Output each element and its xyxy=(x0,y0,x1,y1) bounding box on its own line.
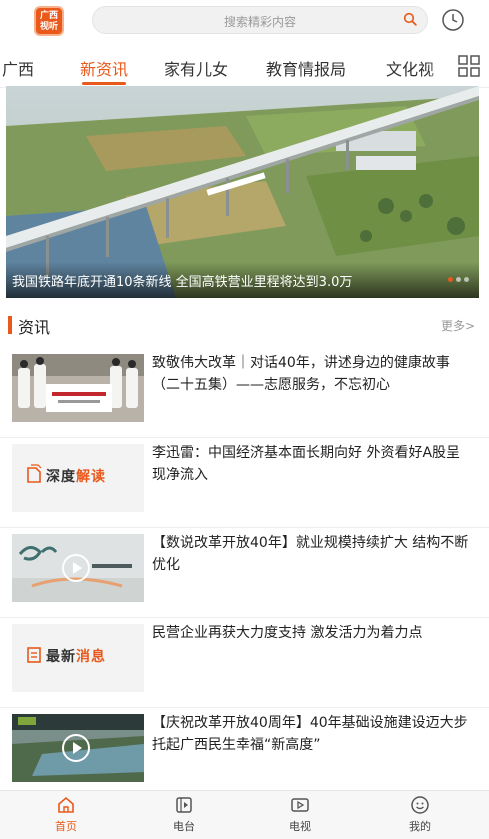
badge-label: 深度解读 xyxy=(46,466,106,486)
top-bar: 广西视听 搜索精彩内容 xyxy=(0,0,489,44)
carousel-dot xyxy=(464,277,469,282)
news-item[interactable]: 深度解读 李迅雷：中国经济基本面长期向好 外资看好A股呈现净流入 xyxy=(0,438,489,528)
carousel-dot xyxy=(456,277,461,282)
video-play-icon[interactable] xyxy=(62,554,90,582)
news-title: 致敬伟大改革｜对话40年，讲述身边的健康故事（二十五集）——志愿服务，不忘初心 xyxy=(152,355,450,393)
section-accent-bar xyxy=(8,316,12,334)
history-icon[interactable] xyxy=(441,8,465,32)
news-thumbnail xyxy=(12,354,144,422)
bottom-nav: 首页 电台 电视 我的 xyxy=(0,790,489,839)
channel-tabs: 广西 新资讯 家有儿女 教育情报局 文化视 xyxy=(0,44,489,88)
search-placeholder: 搜索精彩内容 xyxy=(223,15,296,29)
news-icon xyxy=(27,647,41,663)
news-item[interactable]: 【庆祝改革开放40周年】40年基础设施建设迈大步 托起广西民生幸福“新高度” xyxy=(0,708,489,798)
search-input[interactable]: 搜索精彩内容 xyxy=(92,6,428,34)
tab-news[interactable]: 新资讯 xyxy=(80,56,128,80)
badge-label-part: 最新 xyxy=(46,649,76,665)
badge-label: 最新消息 xyxy=(46,646,106,666)
carousel-dots xyxy=(445,267,469,286)
profile-icon xyxy=(411,796,429,814)
badge-thumbnail: 最新消息 xyxy=(12,624,144,692)
nav-radio[interactable]: 电台 xyxy=(154,795,214,834)
news-section-header: 资讯 更多> xyxy=(0,306,489,342)
section-title: 资讯 xyxy=(18,318,51,337)
news-title: 李迅雷：中国经济基本面长期向好 外资看好A股呈现净流入 xyxy=(152,445,461,483)
news-title: 【庆祝改革开放40周年】40年基础设施建设迈大步 托起广西民生幸福“新高度” xyxy=(152,715,468,753)
channel-grid-icon[interactable] xyxy=(457,54,481,78)
app-logo[interactable]: 广西视听 xyxy=(34,6,64,36)
badge-label-part: 深度 xyxy=(46,469,76,485)
carousel-dot xyxy=(448,277,453,282)
tv-icon xyxy=(291,798,309,812)
search-icon[interactable] xyxy=(403,12,417,26)
news-thumbnail: 深度解读 xyxy=(12,444,144,512)
nav-label: 我的 xyxy=(409,820,431,833)
nav-label: 首页 xyxy=(55,820,77,833)
tab-family[interactable]: 家有儿女 xyxy=(164,56,228,80)
tabs-fade xyxy=(427,44,453,87)
news-thumbnail: 最新消息 xyxy=(12,624,144,692)
news-thumbnail xyxy=(12,534,144,602)
more-link[interactable]: 更多> xyxy=(441,317,475,334)
document-icon xyxy=(27,464,42,483)
badge-label-accent: 消息 xyxy=(76,649,106,665)
badge-label-accent: 解读 xyxy=(76,469,106,485)
news-item[interactable]: 最新消息 民营企业再获大力度支持 激发活力为着力点 xyxy=(0,618,489,708)
nav-home[interactable]: 首页 xyxy=(36,795,96,834)
home-icon xyxy=(58,796,74,813)
nav-tv[interactable]: 电视 xyxy=(270,795,330,834)
news-title: 【数说改革开放40年】就业规模持续扩大 结构不断优化 xyxy=(152,535,469,573)
radio-icon xyxy=(176,797,192,813)
active-tab-indicator xyxy=(82,82,126,85)
banner-caption-text: 我国铁路年底开通10条新线 全国高铁营业里程将达到3.0万 xyxy=(12,275,353,290)
video-play-icon[interactable] xyxy=(62,734,90,762)
tab-education[interactable]: 教育情报局 xyxy=(266,56,346,80)
news-item[interactable]: 致敬伟大改革｜对话40年，讲述身边的健康故事（二十五集）——志愿服务，不忘初心 xyxy=(0,348,489,438)
news-title: 民营企业再获大力度支持 激发活力为着力点 xyxy=(152,625,423,641)
badge-thumbnail: 深度解读 xyxy=(12,444,144,512)
banner-carousel[interactable]: 我国铁路年底开通10条新线 全国高铁营业里程将达到3.0万 xyxy=(6,86,479,298)
nav-label: 电台 xyxy=(173,820,195,833)
news-item[interactable]: 【数说改革开放40年】就业规模持续扩大 结构不断优化 xyxy=(0,528,489,618)
tab-guangxi[interactable]: 广西 xyxy=(2,56,34,80)
nav-label: 电视 xyxy=(289,820,311,833)
banner-caption: 我国铁路年底开通10条新线 全国高铁营业里程将达到3.0万 xyxy=(6,262,479,298)
news-thumbnail xyxy=(12,714,144,782)
nav-profile[interactable]: 我的 xyxy=(390,795,450,834)
